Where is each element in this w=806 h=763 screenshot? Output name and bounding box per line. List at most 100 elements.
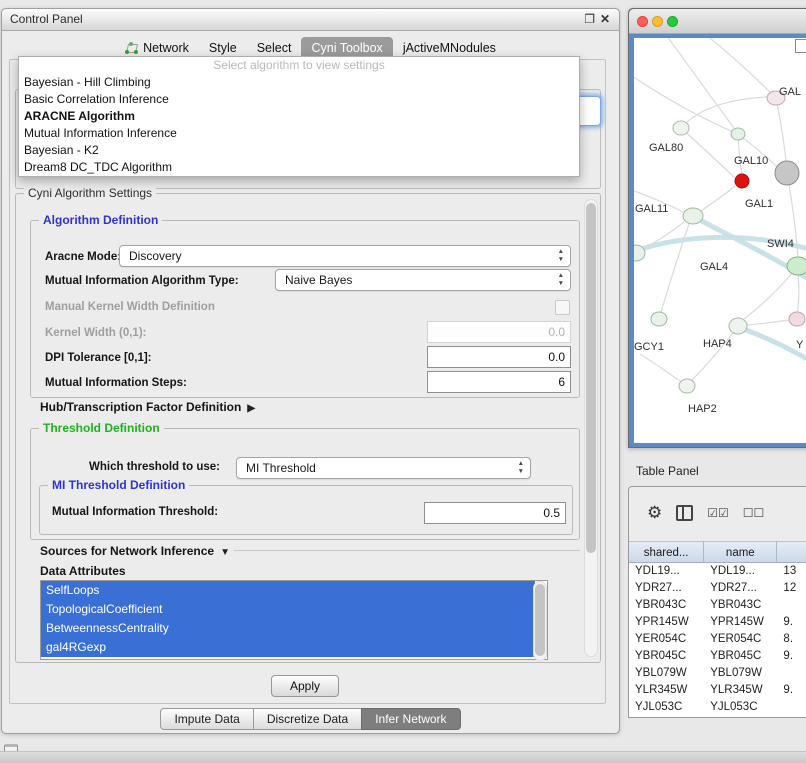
network-node[interactable] xyxy=(683,208,703,224)
network-node-label: SWI4 xyxy=(767,238,794,250)
network-node[interactable] xyxy=(775,161,799,185)
network-node-label: Y xyxy=(796,339,804,351)
column-header-name[interactable]: name xyxy=(704,541,777,563)
sources-toggle[interactable]: Sources for Network Inference▼ xyxy=(40,544,234,558)
column-header-shared[interactable]: shared... xyxy=(629,541,704,563)
network-node-label: GAL1 xyxy=(745,198,773,210)
hub-section-toggle[interactable]: Hub/Transcription Factor Definition▶ xyxy=(40,400,255,414)
network-node[interactable] xyxy=(729,318,747,334)
algorithm-option-aracne-algorithm[interactable]: ARACNE Algorithm xyxy=(19,108,579,125)
cell: YER054C xyxy=(704,631,777,648)
network-edge[interactable] xyxy=(681,128,735,178)
bottom-tab-bar: Impute DataDiscretize DataInfer Network xyxy=(2,708,619,730)
table-row[interactable]: YDL19...YDL19...13 xyxy=(629,563,806,580)
network-edge[interactable] xyxy=(696,218,806,292)
deselect-all-icon[interactable]: ☐☐ xyxy=(743,506,765,520)
kernel-width-input xyxy=(427,321,571,343)
network-node-label: GAL80 xyxy=(649,142,683,154)
bottom-tab-infer-network[interactable]: Infer Network xyxy=(361,708,460,730)
mi-type-select[interactable]: Naive Bayes xyxy=(275,269,571,291)
attributes-scrollbar-thumb[interactable] xyxy=(535,584,545,656)
mi-threshold-title: MI Threshold Definition xyxy=(48,478,189,492)
window-title: Control Panel xyxy=(10,9,83,30)
mi-type-label: Mutual Information Algorithm Type: xyxy=(45,275,239,287)
attribute-item-selfloops[interactable]: SelfLoops xyxy=(41,581,535,600)
network-edge[interactable] xyxy=(640,354,687,386)
network-node-label: HAP4 xyxy=(703,338,732,350)
network-node[interactable] xyxy=(789,312,805,326)
algorithm-option-bayesian-k2[interactable]: Bayesian - K2 xyxy=(19,142,579,159)
table-row[interactable]: YBL079WYBL079W xyxy=(629,665,806,682)
table-row[interactable]: YPR145WYPR145W9. xyxy=(629,614,806,631)
table-panel-window: ⚙ ☑☑ ☐☐ shared...name YDL19...YDL19...13YD… xyxy=(628,486,806,718)
network-node-label: GAL xyxy=(779,86,801,98)
table-panel-title: Table Panel xyxy=(636,464,699,478)
algorithm-option-dream8-dc-tdc-algorithm[interactable]: Dream8 DC_TDC Algorithm xyxy=(19,159,579,176)
apply-button[interactable]: Apply xyxy=(271,675,339,697)
settings-scrollbar[interactable] xyxy=(584,199,598,657)
table-row[interactable]: YER054CYER054C8. xyxy=(629,631,806,648)
network-node[interactable] xyxy=(735,174,749,188)
close-window-icon[interactable]: ✕ xyxy=(600,9,610,30)
which-threshold-select[interactable]: MI Threshold xyxy=(236,457,531,479)
network-edge[interactable] xyxy=(776,98,786,161)
column-header-extra[interactable] xyxy=(777,541,806,563)
aracne-mode-select[interactable]: Discovery xyxy=(119,245,571,267)
cell: YBR045C xyxy=(704,648,777,665)
network-edge[interactable] xyxy=(664,38,734,128)
mi-steps-label: Mutual Information Steps: xyxy=(45,377,187,389)
attribute-item-topologicalcoefficient[interactable]: TopologicalCoefficient xyxy=(41,600,535,619)
float-window-icon[interactable]: ❐ xyxy=(584,9,595,30)
network-node[interactable] xyxy=(673,121,689,135)
network-edge[interactable] xyxy=(692,326,738,380)
cyni-settings-group: Cyni Algorithm Settings Algorithm Defini… xyxy=(15,193,601,663)
network-node[interactable] xyxy=(651,312,667,326)
network-edge[interactable] xyxy=(744,266,798,319)
manual-kernel-checkbox xyxy=(555,300,570,315)
minimize-traffic-light[interactable] xyxy=(652,16,663,27)
close-traffic-light[interactable] xyxy=(637,16,648,27)
dpi-tolerance-input[interactable] xyxy=(427,346,571,368)
attribute-item-gal4rgexp[interactable]: gal4RGexp xyxy=(41,638,535,657)
network-node[interactable] xyxy=(731,128,745,140)
network-node[interactable] xyxy=(679,379,695,393)
network-canvas-area[interactable]: GALGAL80GAL10GAL11GAL1SWI4GAL4GCY1HAP4YH… xyxy=(634,38,806,443)
table-row[interactable]: YBR043CYBR043C xyxy=(629,597,806,614)
control-panel-titlebar[interactable]: Control Panel ❐ ✕ xyxy=(2,9,619,31)
zoom-traffic-light[interactable] xyxy=(667,16,678,27)
settings-gear-icon[interactable]: ⚙ xyxy=(647,504,662,522)
algorithm-popup: Select algorithm to view settingsBayesia… xyxy=(18,56,580,177)
cell: YJL053C xyxy=(704,699,777,716)
cell: 8. xyxy=(777,631,806,648)
select-all-icon[interactable]: ☑☑ xyxy=(707,506,729,520)
network-canvas: GALGAL80GAL10GAL11GAL1SWI4GAL4GCY1HAP4YH… xyxy=(634,38,806,443)
algorithm-option-mutual-information-inference[interactable]: Mutual Information Inference xyxy=(19,125,579,142)
mi-steps-input[interactable] xyxy=(427,371,571,393)
birds-eye-toggle[interactable] xyxy=(795,39,806,53)
table-row[interactable]: YDR27...YDR27...12 xyxy=(629,580,806,597)
network-node[interactable] xyxy=(787,257,806,275)
collapse-down-icon: ▼ xyxy=(220,547,230,558)
settings-scrollbar-thumb[interactable] xyxy=(586,203,596,553)
bottom-tab-discretize-data[interactable]: Discretize Data xyxy=(253,708,362,730)
desktop-bottom-strip xyxy=(0,751,806,763)
network-window-titlebar[interactable] xyxy=(629,9,806,34)
manual-kernel-label: Manual Kernel Width Definition xyxy=(45,301,215,313)
threshold-definition-group: Threshold Definition Which threshold to … xyxy=(30,428,580,540)
table-row[interactable]: YJL053CYJL053C xyxy=(629,699,806,716)
cell: YBL079W xyxy=(704,665,777,682)
table-toolbar: ⚙ ☑☑ ☐☐ xyxy=(629,497,806,529)
data-attributes-list: SelfLoopsTopologicalCoefficientBetweenne… xyxy=(40,580,548,660)
mi-threshold-input[interactable] xyxy=(424,502,566,524)
cell: YBR045C xyxy=(629,648,704,665)
table-row[interactable]: YBR045CYBR045C9. xyxy=(629,648,806,665)
bottom-tab-impute-data[interactable]: Impute Data xyxy=(160,708,253,730)
network-edge[interactable] xyxy=(700,38,776,98)
attribute-item-betweennesscentrality[interactable]: BetweennessCentrality xyxy=(41,619,535,638)
algorithm-option-bayesian-hill-climbing[interactable]: Bayesian - Hill Climbing xyxy=(19,74,579,91)
attributes-scrollbar[interactable] xyxy=(533,581,547,661)
network-edge[interactable] xyxy=(659,224,689,319)
column-selector-icon[interactable] xyxy=(676,505,693,521)
table-row[interactable]: YLR345WYLR345W9. xyxy=(629,682,806,699)
algorithm-option-basic-correlation-inference[interactable]: Basic Correlation Inference xyxy=(19,91,579,108)
